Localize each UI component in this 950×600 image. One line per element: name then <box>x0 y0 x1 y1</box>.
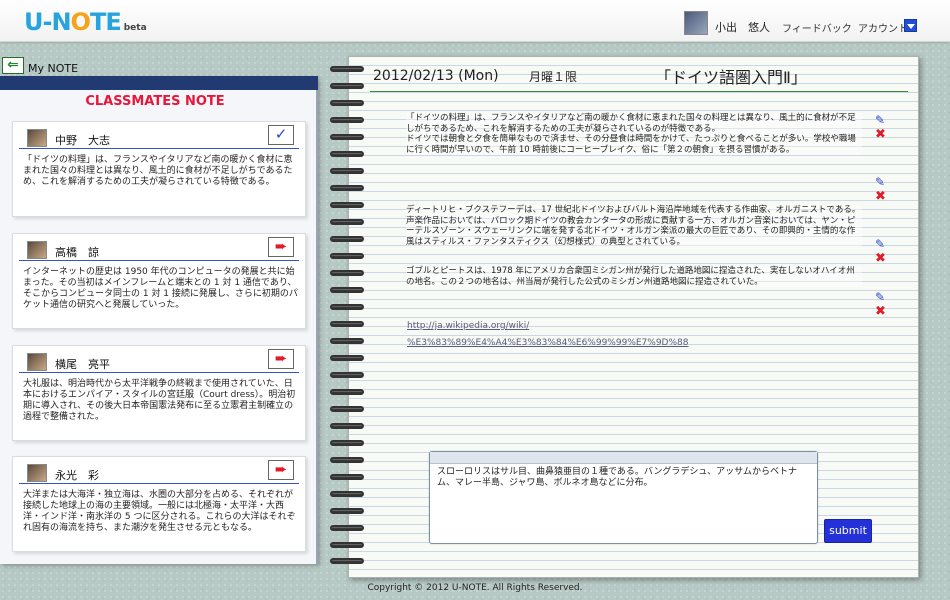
panel-header-bar <box>0 76 318 90</box>
classmate-note-text: インターネットの歴史は 1950 年代のコンピュータの発展と共に始まった。その当… <box>23 267 298 310</box>
my-note-link[interactable]: My NOTE <box>28 62 78 75</box>
note-entry: 「ドイツの料理」は、フランスやイタリアなど南の暖かく食材に恵まれた国々の料理とは… <box>406 113 862 155</box>
edit-icon[interactable]: ✎ <box>875 114 889 126</box>
delete-icon[interactable]: ✖ <box>875 305 889 318</box>
note-date: 2012/02/13 (Mon) <box>373 68 499 84</box>
course-title: 「ドイツ語圏入門Ⅱ」 <box>655 68 807 87</box>
classmate-note-text: 大洋または大海洋・独立海は、水圏の大部分を占める、それぞれが接続した地球上の海の… <box>23 490 296 533</box>
classmate-card: 中野 大志 ✓ 「ドイツの料理」は、フランスやイタリアなど南の暖かく食材に恵まれ… <box>12 121 306 217</box>
classmate-name: 中野 大志 <box>55 134 110 147</box>
edit-icon[interactable]: ✎ <box>875 176 889 188</box>
classmate-name: 高橋 諒 <box>55 246 99 259</box>
logo[interactable]: U-NOTE beta <box>24 8 147 36</box>
classmate-name: 永光 彩 <box>55 469 99 482</box>
input-toolbar <box>430 452 817 464</box>
note-entry: ゴブルとピートスは、1978 年にアメリカ合衆国ミシガン州が発行した道路地図に捏… <box>406 266 862 287</box>
top-header: U-NOTE beta 小出 悠人 フィードバック アカウント <box>0 0 950 42</box>
divider <box>19 483 299 484</box>
classmate-card: 永光 彩 ➨ 大洋または大海洋・独立海は、水圏の大部分を占める、それぞれが接続し… <box>12 456 306 552</box>
delete-icon[interactable]: ✖ <box>875 252 889 265</box>
wiki-link[interactable]: %E3%83%89%E4%A4%E3%83%84%E6%99%99%E7%9D%… <box>407 338 689 348</box>
note-entry: ディートリヒ・ブクステフーデは、17 世紀北ドイツおよびバルト海沿岸地域を代表す… <box>406 205 862 247</box>
user-avatar[interactable] <box>684 11 708 35</box>
check-icon[interactable]: ✓ <box>268 125 294 145</box>
user-name[interactable]: 小出 悠人 <box>715 19 770 35</box>
classmate-note-text: 「ドイツの料理」は、フランスやイタリアなど南の暖かく食材に恵まれた国々の料理とは… <box>23 155 293 187</box>
spiral-binding <box>330 66 366 566</box>
divider <box>19 148 299 149</box>
footer-copyright: Copyright © 2012 U-NOTE. All Rights Rese… <box>367 583 583 593</box>
wiki-link[interactable]: http://ja.wikipedia.org/wiki/ <box>407 321 529 331</box>
classmate-name: 横尾 亮平 <box>55 358 110 371</box>
submit-button[interactable]: submit <box>824 519 872 543</box>
edit-icon[interactable]: ✎ <box>875 238 889 250</box>
arrow-right-icon[interactable]: ➨ <box>268 460 294 480</box>
header-divider <box>370 91 908 92</box>
classmate-note-text: 大礼服は、明治時代から太平洋戦争の終戦まで使用されていた、日本におけるエンパイア… <box>23 379 296 422</box>
chevron-down-icon[interactable] <box>904 19 917 32</box>
divider <box>19 260 299 261</box>
classmates-title: CLASSMATES NOTE <box>85 94 225 109</box>
classmate-card: 横尾 亮平 ➨ 大礼服は、明治時代から太平洋戦争の終戦まで使用されていた、日本に… <box>12 345 306 441</box>
avatar <box>27 241 47 259</box>
divider <box>19 372 299 373</box>
avatar <box>27 464 47 482</box>
arrow-right-icon[interactable]: ➨ <box>268 237 294 257</box>
avatar <box>27 129 47 147</box>
note-input-text[interactable]: スローロリスはサル目、曲鼻猿亜目の１種である。バングラデシュ、アッサムからベトナ… <box>437 467 809 489</box>
feedback-link[interactable]: フィードバック <box>782 20 852 35</box>
arrow-right-icon[interactable]: ➨ <box>268 349 294 369</box>
classmate-card: 高橋 諒 ➨ インターネットの歴史は 1950 年代のコンピュータの発展と共に始… <box>12 233 306 329</box>
account-link[interactable]: アカウント <box>858 20 908 35</box>
edit-icon[interactable]: ✎ <box>875 291 889 303</box>
delete-icon[interactable]: ✖ <box>875 128 889 141</box>
classmates-panel: CLASSMATES NOTE 中野 大志 ✓ 「ドイツの料理」は、フランスやイ… <box>0 76 318 564</box>
delete-icon[interactable]: ✖ <box>875 190 889 203</box>
back-arrow-icon[interactable]: ⇐ <box>2 57 24 74</box>
class-period: 月曜１限 <box>529 70 578 84</box>
avatar <box>27 353 47 371</box>
note-input[interactable]: スローロリスはサル目、曲鼻猿亜目の１種である。バングラデシュ、アッサムからベトナ… <box>429 451 818 544</box>
